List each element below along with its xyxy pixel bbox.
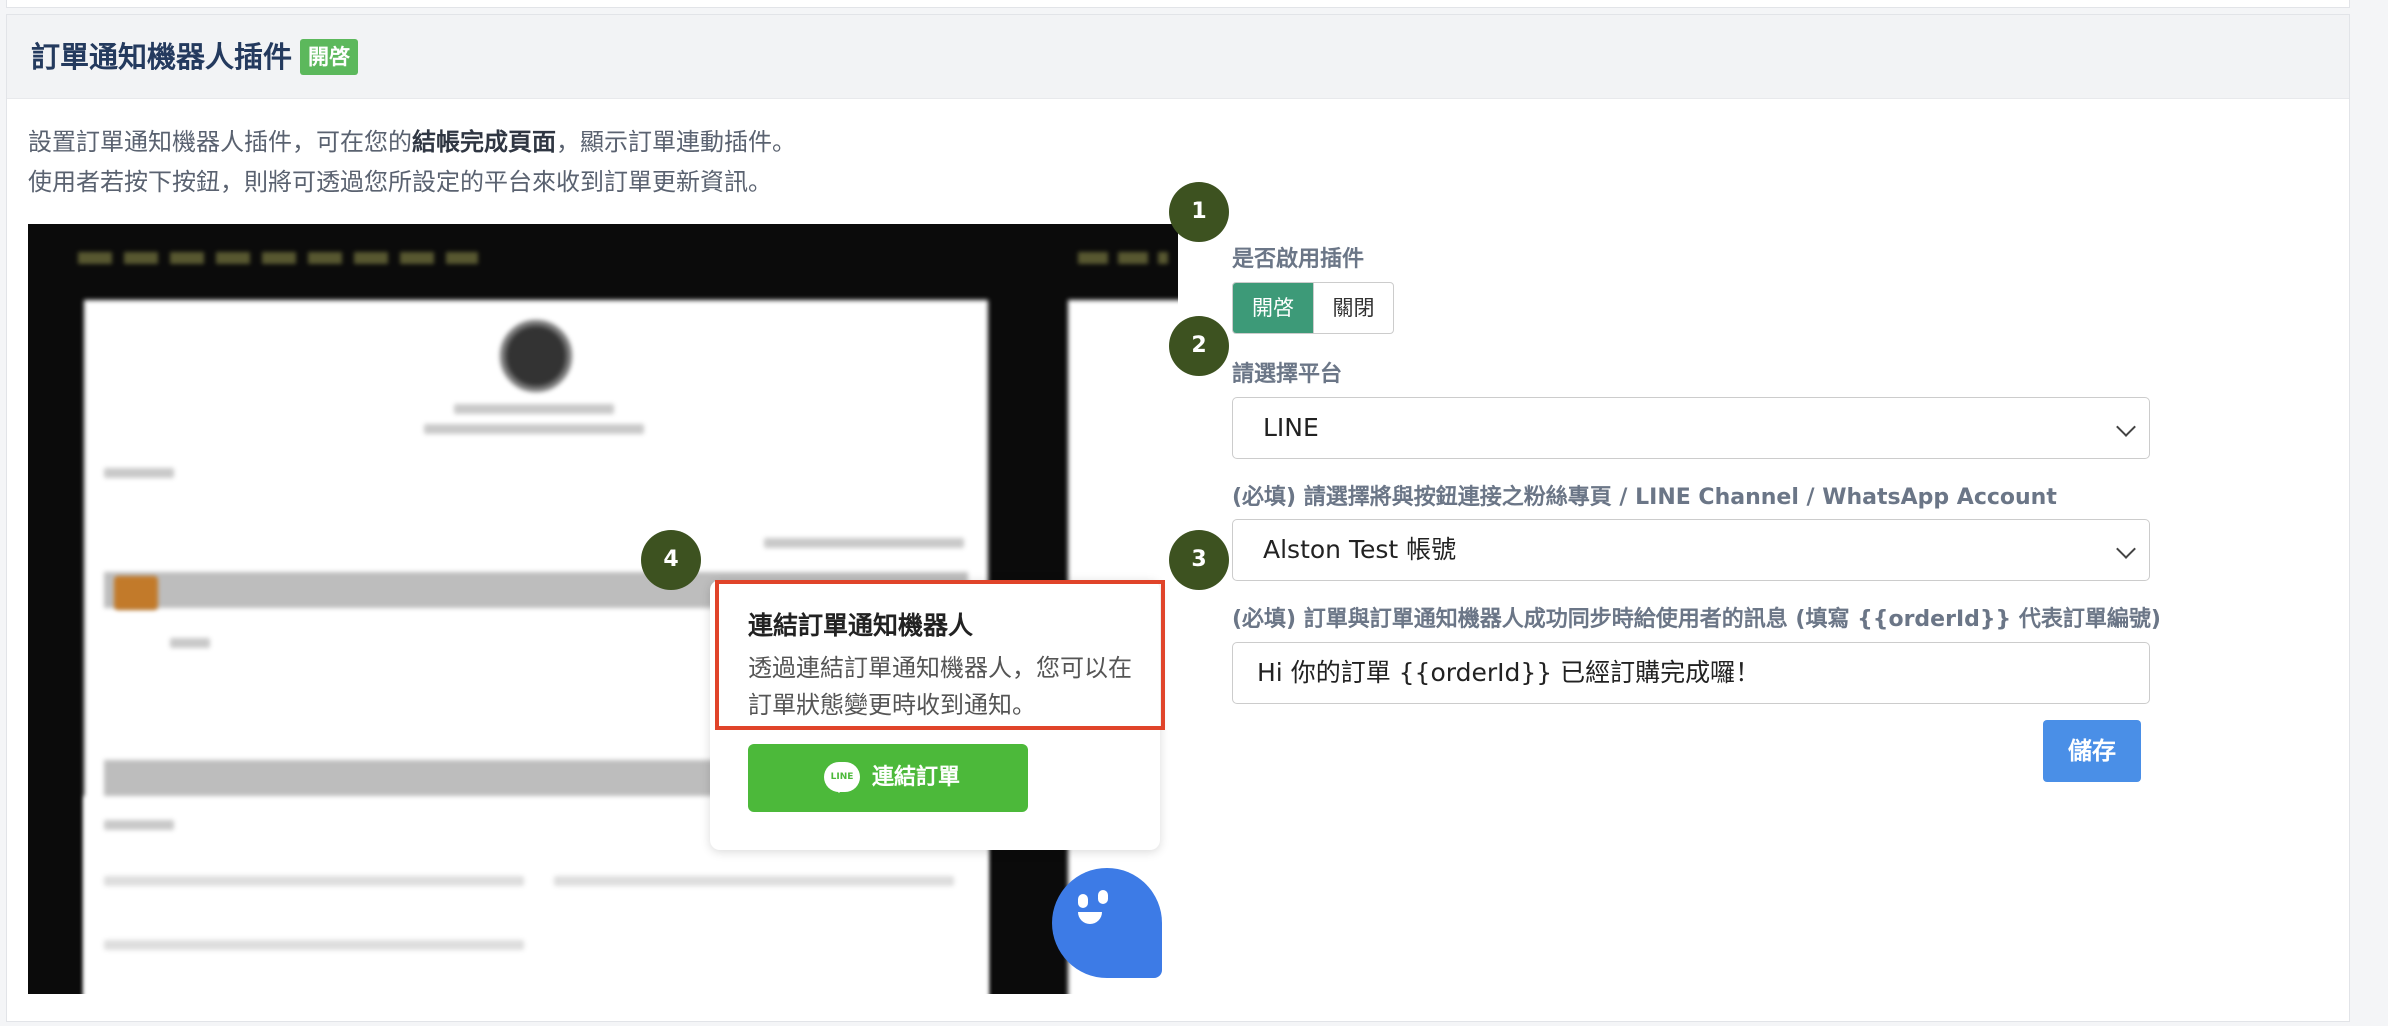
widget-title: 連結訂單通知機器人 — [748, 611, 974, 640]
previous-card-edge — [6, 0, 2350, 8]
enable-on-option[interactable]: 開啓 — [1233, 283, 1313, 333]
platform-value: LINE — [1263, 413, 1319, 442]
step-marker-3: 3 — [1169, 530, 1229, 590]
preview-logo-icon — [500, 320, 572, 392]
platform-label: 請選擇平台 — [1232, 362, 1343, 387]
preview-text-line — [170, 638, 210, 648]
card-header: 訂單通知機器人插件 開啓 — [7, 15, 2349, 99]
preview-text-line — [104, 876, 524, 886]
message-label: (必填) 訂單與訂單通知機器人成功同步時給使用者的訊息 (填寫 {{orderI… — [1232, 607, 2161, 632]
platform-select[interactable]: LINE — [1232, 397, 2150, 459]
preview-text-line — [764, 538, 964, 548]
account-select[interactable]: Alston Test 帳號 — [1232, 519, 2150, 581]
preview-product-image — [114, 576, 158, 610]
preview-text-line — [104, 820, 174, 830]
connect-order-label: 連結訂單 — [872, 765, 961, 790]
connect-order-line-button[interactable]: LINE 連結訂單 — [748, 744, 1028, 812]
enable-off-option[interactable]: 關閉 — [1313, 283, 1393, 333]
line-icon: LINE — [824, 762, 860, 793]
step-marker-1: 1 — [1169, 182, 1229, 242]
description-text: ，顯示訂單連動插件。 — [556, 128, 796, 156]
mascot-mouth — [1078, 912, 1102, 924]
description-bold-text: 結帳完成頁面 — [412, 128, 556, 156]
preview-text-line — [554, 876, 954, 886]
preview-text-line — [424, 424, 644, 434]
enable-toggle-group: 開啓 關閉 — [1232, 282, 1394, 334]
chevron-down-icon — [2116, 539, 2136, 559]
message-input[interactable]: Hi 你的訂單 {{orderId}} 已經訂購完成囉！ — [1232, 642, 2150, 704]
description-text: 設置訂單通知機器人插件，可在您的 — [28, 128, 412, 156]
description-line-1: 設置訂單通知機器人插件，可在您的結帳完成頁面，顯示訂單連動插件。 — [28, 124, 796, 160]
chevron-down-icon — [2116, 417, 2136, 437]
description-line-2: 使用者若按下按鈕，則將可透過您所設定的平台來收到訂單更新資訊。 — [28, 168, 772, 196]
account-value: Alston Test 帳號 — [1263, 535, 1457, 564]
enable-plugin-label: 是否啟用插件 — [1232, 247, 1365, 272]
preview-text-line — [454, 404, 614, 414]
preview-text-line — [104, 940, 524, 950]
chat-bot-mascot-icon[interactable] — [1052, 868, 1162, 978]
preview-text-line — [104, 468, 174, 478]
preview-nav-blur — [78, 252, 478, 264]
account-label: (必填) 請選擇將與按鈕連接之粉絲專頁 / LINE Channel / Wha… — [1232, 485, 2057, 510]
widget-description: 透過連結訂單通知機器人，您可以在訂單狀態變更時收到通知。 — [748, 654, 1132, 719]
status-badge: 開啓 — [300, 39, 358, 75]
save-button[interactable]: 儲存 — [2043, 720, 2141, 782]
preview-nav-blur — [1078, 252, 1168, 264]
mascot-eye — [1098, 890, 1108, 904]
step-marker-4: 4 — [641, 530, 701, 590]
mascot-eye — [1078, 894, 1088, 908]
card-title: 訂單通知機器人插件 — [31, 40, 293, 74]
step-marker-2: 2 — [1169, 316, 1229, 376]
message-value: Hi 你的訂單 {{orderId}} 已經訂購完成囉！ — [1257, 658, 1761, 687]
